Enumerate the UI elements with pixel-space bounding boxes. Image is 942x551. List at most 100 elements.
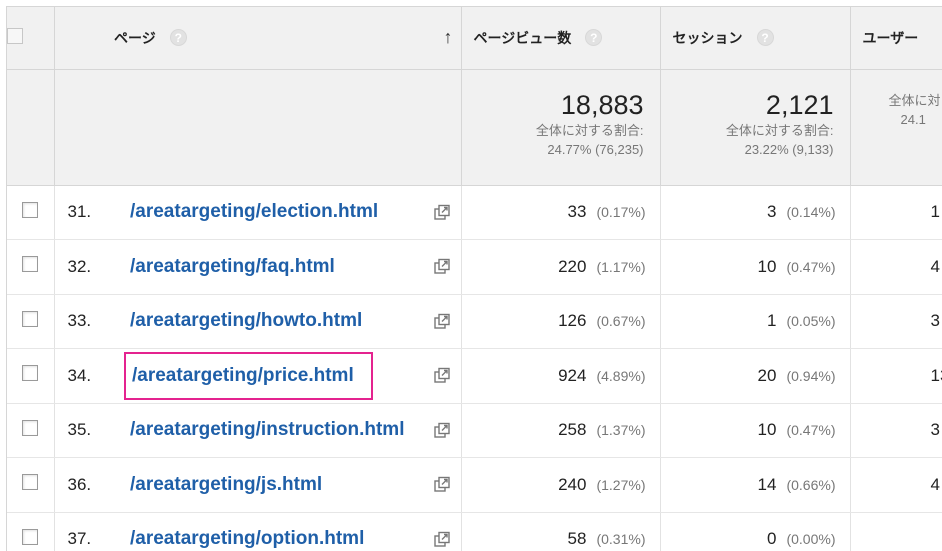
totals-pageviews-cell: 18,883 全体に対する割合: 24.77% (76,235) (461, 69, 661, 186)
row-sessions-cell: 3 (0.14%) (660, 185, 851, 240)
row-users-cell (850, 512, 942, 551)
sessions-pct: (0.47%) (786, 422, 836, 439)
pageviews-value: 33 (567, 202, 587, 222)
totals-users-cell: 全体に対 24.1 (850, 69, 942, 186)
help-icon[interactable]: ? (169, 29, 187, 47)
select-all-checkbox[interactable] (7, 28, 23, 45)
row-pageviews-cell: 33 (0.17%) (461, 185, 661, 240)
table-row: 35. /areatargeting/instruction.html 258 (… (7, 403, 942, 458)
help-icon[interactable]: ? (585, 29, 603, 47)
help-icon[interactable]: ? (756, 29, 774, 47)
page-link[interactable]: /areatargeting/faq.html (124, 250, 341, 284)
row-checkbox[interactable] (22, 201, 39, 218)
row-checkbox[interactable] (22, 256, 39, 273)
pageviews-pct: (1.37%) (596, 422, 646, 439)
sessions-pct: (0.66%) (786, 476, 836, 493)
row-page-cell: /areatargeting/price.html (114, 348, 462, 404)
table-row: 31. /areatargeting/election.html 33 (0.17… (7, 185, 942, 240)
sessions-value: 1 (767, 311, 777, 331)
table-header-row: ページ ? ↑ ページビュー数 ? セッション ? ユーザー (7, 7, 942, 70)
external-link-icon[interactable] (433, 367, 451, 384)
total-users-label: 全体に対 (888, 92, 941, 108)
row-pageviews-cell: 924 (4.89%) (461, 348, 661, 404)
totals-page-cell (114, 69, 462, 186)
row-checkbox-cell (7, 512, 55, 551)
external-link-icon[interactable] (433, 313, 451, 330)
sessions-pct: (0.14%) (786, 204, 836, 221)
header-users-cell[interactable]: ユーザー (850, 7, 942, 70)
row-checkbox[interactable] (22, 310, 39, 327)
pageviews-value: 220 (558, 256, 587, 276)
pageviews-pct: (1.17%) (596, 258, 646, 275)
sessions-value: 10 (757, 256, 777, 276)
row-checkbox-cell (7, 185, 55, 240)
sessions-pct: (0.00%) (786, 531, 836, 548)
external-link-icon[interactable] (433, 204, 451, 221)
row-sessions-cell: 14 (0.66%) (660, 457, 851, 513)
row-users-cell: 1 (850, 185, 942, 240)
page-link[interactable]: /areatargeting/js.html (124, 468, 328, 502)
pageviews-value: 924 (558, 365, 587, 385)
header-pageviews-cell[interactable]: ページビュー数 ? (461, 7, 661, 70)
row-number: 37. (54, 512, 114, 551)
row-checkbox[interactable] (22, 365, 39, 382)
table-row: 33. /areatargeting/howto.html 126 (0.67%)… (7, 294, 942, 349)
row-page-cell: /areatargeting/js.html (114, 457, 462, 513)
row-sessions-cell: 10 (0.47%) (660, 239, 851, 295)
page-link[interactable]: /areatargeting/instruction.html (124, 413, 410, 447)
totals-blank-cell (54, 69, 114, 186)
row-pageviews-cell: 126 (0.67%) (461, 294, 661, 349)
users-value: 3 (930, 311, 940, 331)
row-checkbox-cell (7, 403, 55, 458)
page-link-highlighted[interactable]: /areatargeting/price.html (124, 351, 373, 400)
external-link-icon[interactable] (433, 531, 451, 548)
sessions-column-label[interactable]: セッション (673, 28, 743, 48)
row-users-cell: 13 (850, 348, 942, 404)
total-sessions-pct: 23.22% (9,133) (744, 141, 834, 157)
total-pageviews-pct: 24.77% (76,235) (547, 141, 644, 157)
sort-arrow-up-icon[interactable]: ↑ (444, 27, 453, 48)
sessions-pct: (0.94%) (786, 367, 836, 384)
users-value: 4 (930, 474, 940, 494)
row-page-cell: /areatargeting/option.html (114, 512, 462, 551)
page-link[interactable]: /areatargeting/howto.html (124, 304, 368, 338)
row-checkbox[interactable] (22, 419, 39, 436)
pageviews-pct: (4.89%) (596, 367, 646, 384)
row-checkbox[interactable] (22, 528, 39, 545)
sessions-pct: (0.47%) (786, 258, 836, 275)
row-checkbox-cell (7, 457, 55, 513)
row-pageviews-cell: 220 (1.17%) (461, 239, 661, 295)
pageviews-column-label[interactable]: ページビュー数 (474, 28, 572, 48)
row-sessions-cell: 10 (0.47%) (660, 403, 851, 458)
row-checkbox-cell (7, 348, 55, 404)
header-sessions-cell[interactable]: セッション ? (660, 7, 851, 70)
users-value: 13 (930, 365, 942, 385)
total-sessions-label: 全体に対する割合: (725, 122, 834, 138)
external-link-icon[interactable] (433, 422, 451, 439)
table-row: 37. /areatargeting/option.html 58 (0.31%)… (7, 512, 942, 551)
row-page-cell: /areatargeting/election.html (114, 185, 462, 240)
table-row: 32. /areatargeting/faq.html 220 (1.17%) 1… (7, 239, 942, 295)
users-column-label[interactable]: ユーザー (863, 28, 919, 48)
external-link-icon[interactable] (433, 476, 451, 493)
row-pageviews-cell: 258 (1.37%) (461, 403, 661, 458)
page-link[interactable]: /areatargeting/option.html (124, 522, 370, 551)
row-users-cell: 4 (850, 239, 942, 295)
row-users-cell: 4 (850, 457, 942, 513)
row-number: 35. (54, 403, 114, 458)
page-link[interactable]: /areatargeting/election.html (124, 195, 384, 229)
total-users-pct: 24.1 (900, 111, 926, 127)
sessions-value: 20 (757, 365, 777, 385)
pageviews-value: 258 (558, 420, 587, 440)
page-column-label[interactable]: ページ (114, 28, 156, 48)
external-link-icon[interactable] (433, 258, 451, 275)
row-page-cell: /areatargeting/instruction.html (114, 403, 462, 458)
row-page-cell: /areatargeting/faq.html (114, 239, 462, 295)
pageviews-pct: (0.17%) (596, 204, 646, 221)
sessions-value: 14 (757, 474, 777, 494)
users-value: 1 (930, 202, 940, 222)
row-page-cell: /areatargeting/howto.html (114, 294, 462, 349)
row-checkbox[interactable] (22, 474, 39, 491)
header-page-cell[interactable]: ページ ? ↑ (114, 7, 462, 70)
total-sessions-value: 2,121 (765, 89, 834, 120)
